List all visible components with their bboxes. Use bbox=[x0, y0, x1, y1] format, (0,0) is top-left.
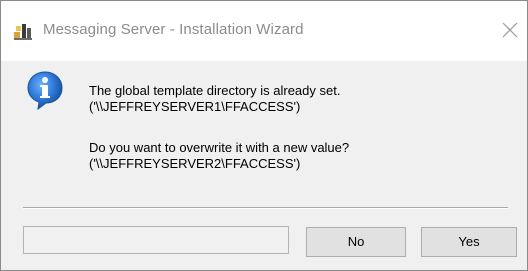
title-bar[interactable]: Messaging Server - Installation Wizard bbox=[1, 1, 527, 61]
info-icon bbox=[25, 70, 65, 111]
message-text-line-4: ('\\JEFFREYSERVER2\FFACCESS') bbox=[89, 156, 301, 171]
close-button[interactable] bbox=[497, 17, 523, 43]
installer-wizard-icon bbox=[13, 23, 35, 41]
no-button[interactable]: No bbox=[306, 227, 406, 257]
separator-line bbox=[23, 207, 508, 209]
message-text-line-2: ('\\JEFFREYSERVER1\FFACCESS') bbox=[89, 99, 301, 114]
message-text-line-1: The global template directory is already… bbox=[89, 83, 341, 98]
progress-bar bbox=[23, 226, 289, 254]
close-icon bbox=[502, 22, 518, 38]
dialog-window: Messaging Server - Installation Wizard T… bbox=[0, 0, 528, 271]
message-text-line-3: Do you want to overwrite it with a new v… bbox=[89, 140, 350, 155]
window-title: Messaging Server - Installation Wizard bbox=[43, 21, 304, 38]
yes-button[interactable]: Yes bbox=[421, 227, 517, 257]
